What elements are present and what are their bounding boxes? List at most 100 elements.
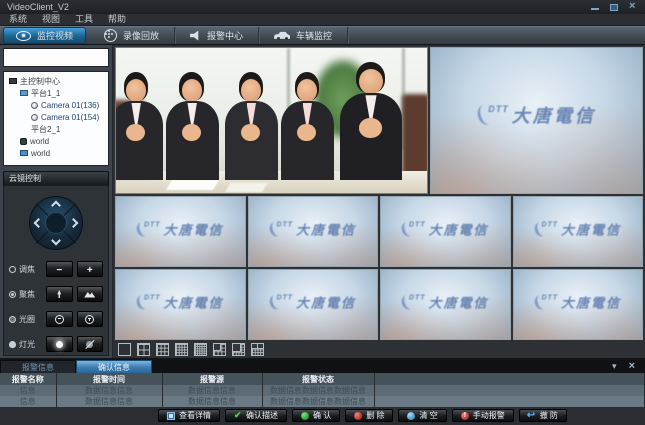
iris-open-button[interactable] [77,311,104,327]
maximize-icon[interactable] [609,3,619,12]
alarm-cell: 数据信息数据信息数据信息 [262,385,374,396]
video-cell-6[interactable]: DTT大唐電信 [513,196,644,267]
clear-icon [407,412,415,420]
datang-logo-watermark: DTT大唐電信 [402,292,489,311]
tree-item-6[interactable]: world [6,147,106,159]
logo-name: 大唐電信 [429,219,489,238]
alarm-button-label: 撤 防 [540,410,558,421]
speaker-icon [190,31,201,41]
alarm-button-delete[interactable]: 删 除 [345,409,393,422]
close-icon[interactable] [628,3,638,12]
alarm-button-label: 手动报警 [473,410,505,421]
tree-item-0[interactable]: 主控制中心 [6,75,106,87]
menu-item-system[interactable]: 系统 [9,14,27,25]
alarm-table-row[interactable]: 信息数据信息信息数据信息信息数据信息数据信息数据信息 [0,385,645,396]
arrow-right-icon[interactable] [69,218,79,228]
video-cell-conference[interactable] [115,47,428,194]
zoom-in-button[interactable] [77,261,104,277]
layout-25-button[interactable] [194,343,207,356]
tree-item-5[interactable]: world [6,135,106,147]
arrow-down-icon[interactable] [51,236,61,246]
alarm-column-header: 报警状态 [262,373,374,385]
dpad-center[interactable] [45,212,67,234]
layout-16-button[interactable] [175,343,188,356]
tree-item-label: 平台1_1 [31,88,60,99]
person [166,76,219,180]
tree-item-2[interactable]: Camera 01(136) [6,99,106,111]
video-cell-7[interactable]: DTT大唐電信 [115,269,246,340]
video-wall: DTT大唐電信 DTT大唐電信DTT大唐電信DTT大唐電信DTT大唐電信 DTT… [113,45,645,358]
ptz-panel: 调焦聚焦光圈灯光 [3,185,109,356]
tree-item-label: Camera 01(136) [41,101,99,110]
layout-6-button[interactable] [213,343,226,356]
light-on-button[interactable] [46,336,73,352]
layout-1-button[interactable] [118,343,131,356]
zoom-out-button[interactable] [46,261,73,277]
video-row-1: DTT大唐電信DTT大唐電信DTT大唐電信DTT大唐電信 [115,196,643,267]
ptz-row-label: 灯光 [9,339,42,350]
ptz-row-2: 光圈 [4,311,108,327]
video-cell-8[interactable]: DTT大唐電信 [248,269,379,340]
arrow-up-icon[interactable] [51,201,61,211]
alarm-panel-controls [612,362,645,371]
video-cell-5[interactable]: DTT大唐電信 [380,196,511,267]
light-off-button[interactable] [77,336,104,352]
layout-4-button[interactable] [137,343,150,356]
focus-near-button[interactable] [46,286,73,302]
alarm-cell [374,385,645,396]
nav-tab-eye[interactable]: 监控视频 [3,27,86,44]
menu-item-tools[interactable]: 工具 [75,14,93,25]
layout-8-button[interactable] [232,343,245,356]
tree-item-1[interactable]: 平台1_1 [6,87,106,99]
alarm-cell: 数据信息数据信息数据信息 [262,396,374,407]
collapse-panel-icon[interactable] [612,362,617,371]
focus-far-button[interactable] [77,286,104,302]
minus-glyph [56,260,62,278]
ring-plus-glyph [85,315,94,324]
video-cell-9[interactable]: DTT大唐電信 [380,269,511,340]
ptz-dpad[interactable] [29,196,83,250]
close-panel-icon[interactable] [629,362,635,371]
alarm-button-disarm[interactable]: 撤 防 [519,409,567,422]
alarm-tab-1[interactable]: 确认信息 [76,360,152,373]
video-cell-10[interactable]: DTT大唐電信 [513,269,644,340]
alarm-cell: 数据信息信息 [56,385,162,396]
alarm-table-row[interactable]: 信息数据信息信息数据信息信息数据信息数据信息数据信息 [0,396,645,407]
alarm-column-header: 报警时间 [56,373,162,385]
layout-9-button[interactable] [156,343,169,356]
alarm-button-detail[interactable]: 查看详情 [158,409,220,422]
tree-glyph [56,290,63,298]
video-cell-4[interactable]: DTT大唐電信 [248,196,379,267]
alarm-button-check[interactable]: 确认描述 [225,409,287,422]
tree-item-3[interactable]: Camera 01(154) [6,111,106,123]
ptz-panel-title: 云镜控制 [3,171,109,185]
alarm-button-label: 查看详情 [179,410,211,421]
alarm-button-clear[interactable]: 清 空 [398,409,446,422]
nav-tab-speaker[interactable]: 报警中心 [175,27,259,44]
alarm-tab-0[interactable]: 报警信息 [0,360,76,373]
ptz-row-label: 聚焦 [9,289,42,300]
nav-tab-reel[interactable]: 录像回放 [89,27,175,44]
layout-10-button[interactable] [251,343,264,356]
device-tree: 主控制中心平台1_1 Camera 01(136)Camera 01(154)平台… [3,71,109,166]
minimize-icon[interactable] [590,3,600,12]
arrow-left-icon[interactable] [34,218,44,228]
video-cell-3[interactable]: DTT大唐電信 [115,196,246,267]
tree-item-4[interactable]: 平台2_1 [6,123,106,135]
menu-item-view[interactable]: 视图 [42,14,60,25]
alarm-button-confirm[interactable]: 确 认 [292,409,340,422]
camera-icon [31,114,38,121]
datang-logo-watermark: DTT大唐電信 [534,219,621,238]
alarm-cell: 数据信息信息 [162,396,262,407]
window-title: VideoClient_V2 [7,2,69,12]
video-cell-logo-large[interactable]: DTT大唐電信 [430,47,643,194]
layout-selector-bar [115,342,643,356]
menu-item-help[interactable]: 帮助 [108,14,126,25]
device-combo-input[interactable] [4,49,120,66]
alarm-button-manual[interactable]: 手动报警 [452,409,514,422]
iris-close-button[interactable] [46,311,73,327]
logo-name: 大唐電信 [164,219,224,238]
window-controls [590,3,638,12]
nav-tab-car[interactable]: 车辆监控 [259,27,348,44]
logo-name: 大唐電信 [429,292,489,311]
